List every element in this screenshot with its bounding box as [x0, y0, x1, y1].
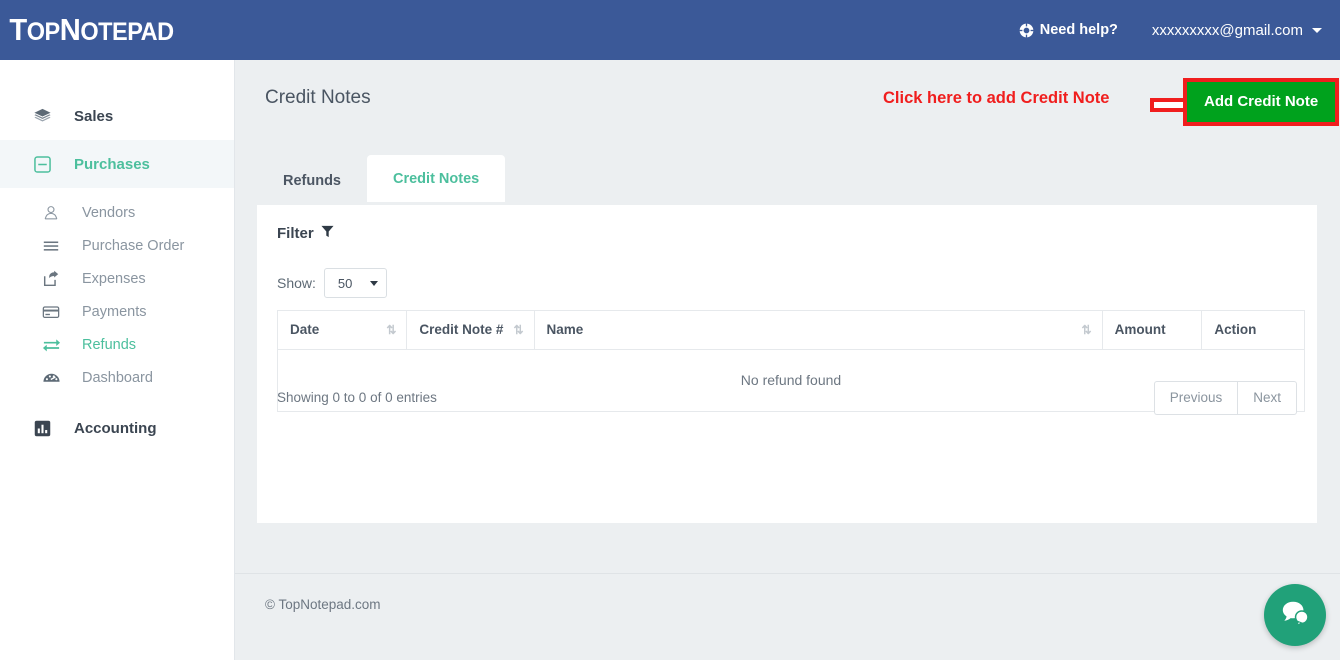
- entries-summary: Showing 0 to 0 of 0 entries: [277, 390, 437, 405]
- filter-label: Filter: [277, 225, 314, 242]
- sidebar-item-label: Refunds: [82, 336, 137, 353]
- sort-updown-icon: ⇅: [386, 322, 396, 337]
- tachometer-icon: [40, 368, 62, 387]
- pagination-controls: Previous Next: [1153, 381, 1297, 415]
- header-right-group: Need help? xxxxxxxxx@gmail.com: [1019, 22, 1340, 39]
- sidebar-group-sales[interactable]: Sales: [0, 92, 234, 140]
- table-header-row: Date ⇅ Credit Note # ⇅ Name ⇅ Amount Act…: [276, 310, 1305, 350]
- column-header-amount: Amount: [1102, 310, 1203, 350]
- show-entries-select[interactable]: 50: [323, 268, 387, 298]
- credit-card-icon: [40, 303, 62, 321]
- column-header-action: Action: [1201, 310, 1305, 350]
- lifebuoy-icon: [1019, 23, 1034, 38]
- tab-bar: Refunds Credit Notes: [257, 155, 506, 202]
- column-header-date[interactable]: Date ⇅: [276, 310, 408, 350]
- tab-credit-notes[interactable]: Credit Notes: [367, 155, 506, 202]
- tab-refunds[interactable]: Refunds: [257, 159, 367, 202]
- sidebar-navigation: Sales Purchases Vendors Purchase Order E…: [0, 60, 235, 660]
- list-icon: [40, 237, 62, 255]
- minus-square-icon: [32, 155, 52, 173]
- funnel-icon: [321, 225, 334, 242]
- sidebar-group-purchases[interactable]: Purchases: [0, 140, 234, 188]
- app-window: TOPNOTEPAD Need help? xxxxxxxxx@gmail.co…: [0, 0, 1340, 660]
- sort-updown-icon: ⇅: [1081, 322, 1092, 337]
- sidebar-item-refunds[interactable]: Refunds: [0, 328, 234, 361]
- chat-support-button[interactable]: [1264, 584, 1326, 646]
- share-icon: [40, 270, 62, 288]
- caret-down-icon: [1312, 27, 1322, 33]
- user-circle-icon: [40, 204, 62, 222]
- sort-updown-icon: ⇅: [513, 322, 523, 337]
- sidebar-item-purchase-order[interactable]: Purchase Order: [0, 229, 234, 262]
- column-header-name[interactable]: Name ⇅: [534, 310, 1103, 350]
- show-entries-row: Show: 50: [277, 268, 387, 298]
- sidebar-item-payments[interactable]: Payments: [0, 295, 234, 328]
- sidebar-group-label: Accounting: [74, 419, 157, 437]
- table-header: Date ⇅ Credit Note # ⇅ Name ⇅ Amount Act…: [276, 310, 1305, 350]
- caret-down-icon: [369, 280, 378, 286]
- sidebar-group-label: Purchases: [74, 155, 150, 173]
- show-entries-value: 50: [337, 275, 353, 291]
- app-logo[interactable]: TOPNOTEPAD: [0, 14, 174, 46]
- column-label: Name: [546, 322, 584, 337]
- need-help-link[interactable]: Need help?: [1019, 22, 1118, 38]
- sidebar-group-accounting[interactable]: Accounting: [0, 404, 234, 452]
- bar-chart-icon: [32, 420, 52, 437]
- user-email-label: xxxxxxxxx@gmail.com: [1151, 21, 1303, 39]
- filter-toggle[interactable]: Filter: [277, 225, 334, 242]
- column-label: Credit Note #: [419, 322, 504, 337]
- layers-icon: [32, 107, 52, 126]
- next-page-button[interactable]: Next: [1237, 381, 1297, 415]
- column-header-credit-note-number[interactable]: Credit Note # ⇅: [406, 310, 535, 350]
- add-credit-note-button[interactable]: Add Credit Note: [1187, 82, 1336, 122]
- column-label: Action: [1214, 322, 1257, 337]
- sidebar-item-label: Vendors: [82, 204, 136, 221]
- chat-bubbles-icon: [1280, 598, 1310, 633]
- exchange-icon: [40, 335, 62, 354]
- need-help-label: Need help?: [1039, 22, 1118, 38]
- sidebar-item-dashboard[interactable]: Dashboard: [0, 361, 234, 394]
- add-credit-note-highlight: Add Credit Note: [1183, 78, 1340, 126]
- sidebar-item-label: Dashboard: [82, 369, 153, 386]
- sidebar-item-label: Payments: [82, 303, 147, 320]
- user-account-menu[interactable]: xxxxxxxxx@gmail.com: [1152, 22, 1322, 39]
- sidebar-item-expenses[interactable]: Expenses: [0, 262, 234, 295]
- sidebar-group-label: Sales: [74, 107, 114, 125]
- main-content-area: Credit Notes Click here to add Credit No…: [235, 60, 1340, 573]
- column-label: Date: [290, 322, 320, 337]
- sidebar-item-label: Purchase Order: [82, 237, 185, 254]
- show-label: Show:: [277, 275, 316, 291]
- copyright-text: © TopNotepad.com: [265, 597, 381, 612]
- column-label: Amount: [1114, 322, 1166, 337]
- sidebar-item-label: Expenses: [82, 270, 146, 287]
- credit-notes-panel: Filter Show: 50 Date ⇅ Credit Note # ⇅ N…: [257, 205, 1317, 523]
- top-header-bar: TOPNOTEPAD Need help? xxxxxxxxx@gmail.co…: [0, 0, 1340, 60]
- page-title: Credit Notes: [265, 87, 371, 108]
- annotation-callout-text: Click here to add Credit Note: [883, 89, 1110, 107]
- sidebar-item-vendors[interactable]: Vendors: [0, 196, 234, 229]
- page-footer: © TopNotepad.com: [235, 573, 1340, 660]
- previous-page-button[interactable]: Previous: [1153, 381, 1238, 415]
